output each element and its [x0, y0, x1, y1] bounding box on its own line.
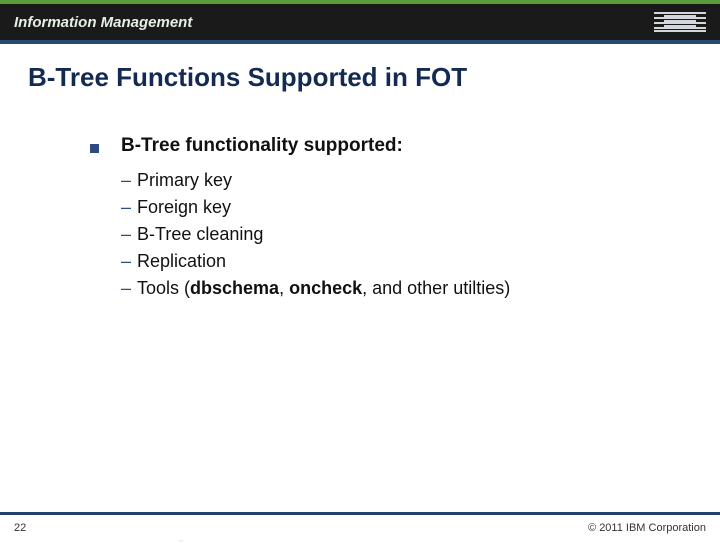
- item-bold: oncheck: [289, 278, 362, 298]
- list-item: –Foreign key: [121, 194, 720, 221]
- lead-text: B-Tree functionality supported:: [121, 135, 403, 157]
- item-bold: dbschema: [190, 278, 279, 298]
- brand-title: Information Management: [14, 14, 192, 31]
- dash-icon: –: [121, 251, 131, 271]
- dash-icon: –: [121, 170, 131, 190]
- item-prefix: Tools (: [137, 278, 190, 298]
- slide-content: B-Tree functionality supported: –Primary…: [90, 135, 720, 302]
- item-text: Replication: [137, 251, 226, 271]
- dash-icon: –: [121, 278, 131, 298]
- list-item: –Primary key: [121, 167, 720, 194]
- square-bullet-icon: [90, 144, 99, 153]
- item-suffix: , and other utilties): [362, 278, 510, 298]
- item-text: Foreign key: [137, 197, 231, 217]
- lead-bullet-row: B-Tree functionality supported:: [90, 135, 720, 157]
- copyright-text: © 2011 IBM Corporation: [588, 522, 706, 534]
- dash-icon: –: [121, 224, 131, 244]
- list-item: –Tools (dbschema, oncheck, and other uti…: [121, 275, 720, 302]
- sub-list: –Primary key –Foreign key –B-Tree cleani…: [121, 167, 720, 302]
- item-text: B-Tree cleaning: [137, 224, 263, 244]
- list-item: –Replication: [121, 248, 720, 275]
- page-number: 22: [14, 522, 26, 534]
- list-item: –B-Tree cleaning: [121, 221, 720, 248]
- item-text: Primary key: [137, 170, 232, 190]
- dash-icon: –: [121, 197, 131, 217]
- ibm-logo-icon: [654, 12, 706, 32]
- item-mid: ,: [279, 278, 289, 298]
- header-band: Information Management: [0, 0, 720, 44]
- footer-bar: 22 © 2011 IBM Corporation: [0, 512, 720, 540]
- slide-title: B-Tree Functions Supported in FOT: [28, 62, 720, 93]
